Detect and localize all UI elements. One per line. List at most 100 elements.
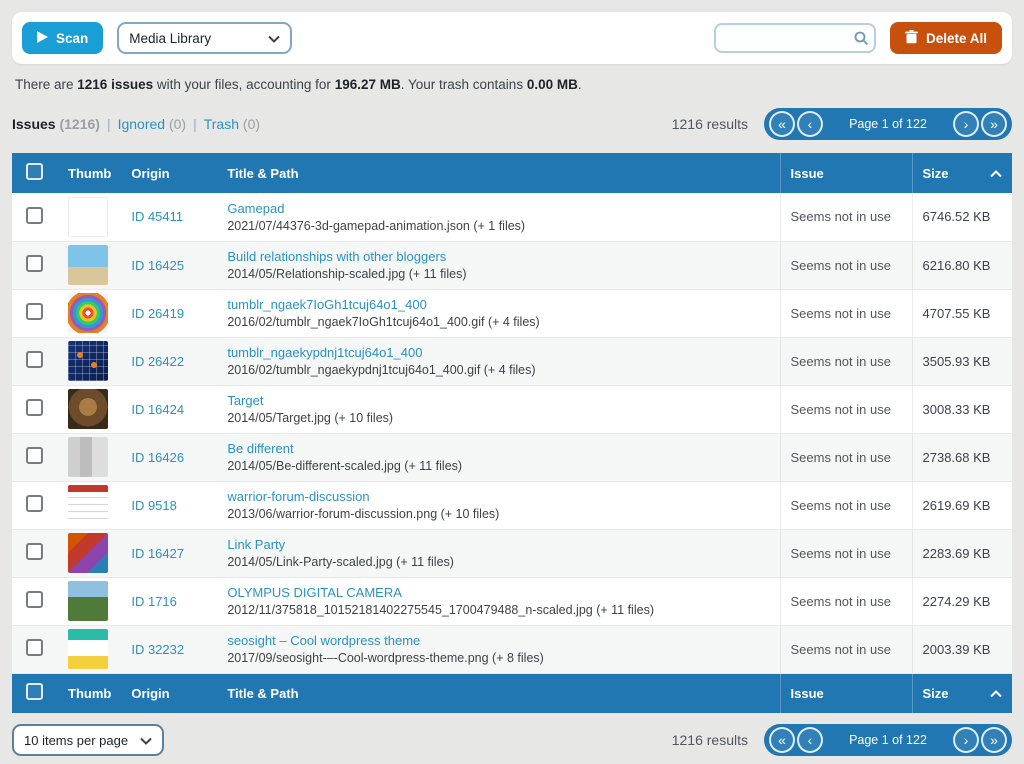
prev-page-button[interactable]: ‹ [797, 727, 823, 753]
origin-id-link[interactable]: ID 45411 [131, 209, 183, 224]
media-path: 2014/05/Link-Party-scaled.jpg (+ 11 file… [227, 555, 769, 569]
issue-status: Seems not in use [791, 402, 891, 417]
origin-id-link[interactable]: ID 26419 [131, 306, 184, 321]
origin-id-link[interactable]: ID 32232 [131, 642, 184, 657]
thumbnail [68, 389, 108, 429]
next-page-button[interactable]: › [953, 727, 979, 753]
first-page-button[interactable]: « [769, 111, 795, 137]
play-icon [37, 31, 48, 46]
delete-all-label: Delete All [926, 31, 987, 46]
footer-row: 10 items per page 1216 results « ‹ Page … [12, 724, 1012, 756]
summary-text: There are 1216 issues with your files, a… [15, 77, 1009, 95]
origin-id-link[interactable]: ID 26422 [131, 354, 184, 369]
page-indicator: Page 1 of 122 [824, 733, 952, 747]
table-row: ID 26419 tumblr_ngaek7IoGh1tcuj64o1_400 2… [12, 289, 1012, 337]
media-title-link[interactable]: seosight – Cool wordpress theme [227, 633, 420, 648]
select-all-checkbox[interactable] [26, 683, 43, 700]
library-select-value: Media Library [129, 31, 211, 46]
last-page-button[interactable]: » [981, 727, 1007, 753]
media-path: 2014/05/Target.jpg (+ 10 files) [227, 411, 769, 425]
origin-id-link[interactable]: ID 16424 [131, 402, 184, 417]
issue-status: Seems not in use [791, 258, 891, 273]
column-header-title-path[interactable]: Title & Path [217, 673, 780, 713]
origin-id-link[interactable]: ID 16426 [131, 450, 184, 465]
issue-status: Seems not in use [791, 498, 891, 513]
thumbnail [68, 485, 108, 525]
table-row: ID 9518 warrior-forum-discussion2013/06/… [12, 481, 1012, 529]
sort-chevron-up-icon[interactable] [990, 166, 1002, 181]
select-all-checkbox[interactable] [26, 163, 43, 180]
column-header-thumb[interactable]: Thumb [58, 673, 121, 713]
column-header-size[interactable]: Size [912, 673, 1012, 713]
row-checkbox[interactable] [26, 399, 43, 416]
column-header-issue[interactable]: Issue [780, 673, 912, 713]
row-checkbox[interactable] [26, 255, 43, 272]
chevron-down-icon [140, 733, 152, 748]
tab-trash[interactable]: Trash (0) [204, 116, 260, 132]
file-size: 6746.52 KB [923, 209, 991, 224]
thumbnail [68, 245, 108, 285]
media-path: 2014/05/Be-different-scaled.jpg (+ 11 fi… [227, 459, 769, 473]
row-checkbox[interactable] [26, 303, 43, 320]
row-checkbox[interactable] [26, 639, 43, 656]
media-title-link[interactable]: Build relationships with other bloggers [227, 249, 446, 264]
column-header-size[interactable]: Size [912, 153, 1012, 193]
sort-chevron-up-icon[interactable] [990, 686, 1002, 701]
prev-page-button[interactable]: ‹ [797, 111, 823, 137]
media-cleaner-page: Scan Media Library [0, 0, 1024, 756]
origin-id-link[interactable]: ID 16427 [131, 546, 184, 561]
delete-all-button[interactable]: Delete All [890, 22, 1002, 54]
tab-ignored[interactable]: Ignored (0) [118, 116, 187, 132]
scan-button-label: Scan [56, 31, 88, 46]
thumbnail [68, 197, 108, 237]
media-title-link[interactable]: OLYMPUS DIGITAL CAMERA [227, 585, 402, 600]
scan-button[interactable]: Scan [22, 22, 103, 54]
column-header-origin[interactable]: Origin [121, 153, 217, 193]
summary-part: There are [15, 77, 77, 92]
tab-ignored-label: Ignored [118, 116, 165, 132]
media-title-link[interactable]: Be different [227, 441, 293, 456]
column-header-thumb[interactable]: Thumb [58, 153, 121, 193]
row-checkbox[interactable] [26, 447, 43, 464]
origin-id-link[interactable]: ID 16425 [131, 258, 184, 273]
page-indicator: Page 1 of 122 [824, 117, 952, 131]
pagination-top: « ‹ Page 1 of 122 › » [764, 108, 1012, 140]
file-size: 4707.55 KB [923, 306, 991, 321]
column-header-issue[interactable]: Issue [780, 153, 912, 193]
media-title-link[interactable]: Link Party [227, 537, 285, 552]
issue-status: Seems not in use [791, 450, 891, 465]
media-title-link[interactable]: tumblr_ngaekypdnj1tcuj64o1_400 [227, 345, 422, 360]
media-title-link[interactable]: Target [227, 393, 263, 408]
origin-id-link[interactable]: ID 9518 [131, 498, 177, 513]
issues-table: Thumb Origin Title & Path Issue Size ID … [12, 153, 1012, 713]
media-path: 2016/02/tumblr_ngaek7IoGh1tcuj64o1_400.g… [227, 315, 769, 329]
items-per-page-select[interactable]: 10 items per page [12, 724, 164, 756]
table-header-top: Thumb Origin Title & Path Issue Size [12, 153, 1012, 193]
row-checkbox[interactable] [26, 591, 43, 608]
row-checkbox[interactable] [26, 543, 43, 560]
table-row: ID 1716 OLYMPUS DIGITAL CAMERA2012/11/37… [12, 577, 1012, 625]
media-path: 2016/02/tumblr_ngaekypdnj1tcuj64o1_400.g… [227, 363, 769, 377]
origin-id-link[interactable]: ID 1716 [131, 594, 177, 609]
media-title-link[interactable]: Gamepad [227, 201, 284, 216]
media-title-link[interactable]: warrior-forum-discussion [227, 489, 369, 504]
tab-issues-count: (1216) [59, 116, 99, 132]
media-path: 2021/07/44376-3d-gamepad-animation.json … [227, 219, 769, 233]
issue-status: Seems not in use [791, 546, 891, 561]
column-header-size-label: Size [923, 166, 949, 181]
row-checkbox[interactable] [26, 207, 43, 224]
library-select[interactable]: Media Library [117, 22, 292, 54]
thumbnail [68, 629, 108, 669]
search-input[interactable] [714, 23, 876, 53]
search-icon [853, 30, 869, 51]
tab-issues-label: Issues [12, 116, 56, 132]
next-page-button[interactable]: › [953, 111, 979, 137]
media-title-link[interactable]: tumblr_ngaek7IoGh1tcuj64o1_400 [227, 297, 426, 312]
tab-issues[interactable]: Issues (1216) [12, 116, 100, 132]
first-page-button[interactable]: « [769, 727, 795, 753]
row-checkbox[interactable] [26, 351, 43, 368]
last-page-button[interactable]: » [981, 111, 1007, 137]
row-checkbox[interactable] [26, 495, 43, 512]
column-header-origin[interactable]: Origin [121, 673, 217, 713]
column-header-title-path[interactable]: Title & Path [217, 153, 780, 193]
